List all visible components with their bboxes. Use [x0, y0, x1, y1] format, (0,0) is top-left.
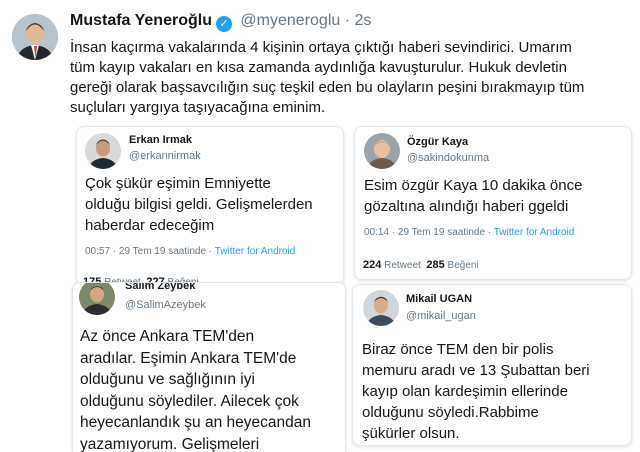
card-text-line: olduğunu ve sağlığının iyi	[80, 369, 342, 391]
card-author-handle[interactable]: @erkannirmak	[129, 150, 201, 162]
tweet-text-line: İnsan kaçırma vakalarında 4 kişinin orta…	[70, 38, 630, 58]
like-label: Beğeni	[448, 260, 479, 271]
card-text-line: memuru aradı ve 13 Şubattan beri	[362, 360, 628, 381]
card-text-line: aradılar. Eşimin Ankara TEM'de	[80, 348, 342, 370]
tweet-text: İnsan kaçırma vakalarında 4 kişinin orta…	[70, 38, 630, 118]
card-tweet-text: Esim özgür Kaya 10 dakika önce gözaltına…	[364, 175, 628, 217]
card-author-handle[interactable]: @SalimAzeybek	[125, 299, 206, 311]
card-tweet-text: Az önce Ankara TEM'den aradılar. Eşimin …	[80, 326, 342, 452]
card-author-handle[interactable]: @mikail_ugan	[406, 310, 476, 322]
quoted-tweet-erkan[interactable]: Erkan Irmak @erkannirmak Çok şükür eşimi…	[76, 126, 344, 286]
card-timestamp: 00:57 · 29 Tem 19 saatinde · Twitter for…	[85, 246, 295, 257]
author-handle[interactable]: @myeneroglu	[240, 12, 340, 29]
card-author-name[interactable]: Erkan Irmak	[129, 134, 192, 146]
avatar[interactable]	[363, 290, 399, 326]
avatar[interactable]	[79, 282, 115, 315]
quoted-tweet-mikail[interactable]: Mikail UGAN @mikail_ugan Biraz önce TEM …	[352, 284, 632, 446]
card-client-link[interactable]: Twitter for Android	[494, 227, 575, 238]
like-count: 285	[426, 259, 444, 271]
tweet-header: Mustafa Yeneroğlu✓ @myeneroglu · 2s	[70, 12, 371, 32]
card-text-line: Az önce Ankara TEM'den	[80, 326, 342, 348]
separator: ·	[340, 12, 354, 29]
card-timestamp: 00:14 · 29 Tem 19 saatinde · Twitter for…	[364, 227, 574, 238]
avatar[interactable]	[12, 14, 58, 60]
tweet-timestamp[interactable]: 2s	[354, 12, 371, 29]
tweet-text-line: gereği olarak başsavcılığın suç teşkil e…	[70, 78, 630, 98]
author-name[interactable]: Mustafa Yeneroğlu	[70, 12, 212, 29]
card-stats: 224 Retweet 285 Beğeni	[363, 259, 479, 271]
card-text-line: haberdar edeceğim	[85, 215, 337, 236]
card-text-line: heyecanlandık şu an heyecandan	[80, 412, 342, 434]
card-text-line: olduğunu söylediler. Ailecek çok	[80, 391, 342, 413]
verified-badge-icon: ✓	[216, 16, 232, 32]
quoted-tweet-ozgur[interactable]: Özgür Kaya @sakindokunma Esim özgür Kaya…	[354, 126, 632, 280]
retweet-count: 224	[363, 259, 381, 271]
card-tweet-text: Biraz önce TEM den bir polis memuru arad…	[362, 339, 628, 444]
card-author-name[interactable]: Mikail UGAN	[406, 293, 472, 305]
card-text-line: yazamıyorum. Gelişmeleri	[80, 434, 342, 452]
card-text-line: olduğunu söyledi.Rabbime	[362, 402, 628, 423]
card-text-line: olduğu bilgisi geldi. Gelişmelerden	[85, 194, 337, 215]
card-tweet-text: Çok şükür eşimin Emniyette olduğu bilgis…	[85, 173, 337, 236]
card-text-line: gözaltına alındığı haberi ggeldi	[364, 196, 628, 217]
card-text-line: Esim özgür Kaya 10 dakika önce	[364, 175, 628, 196]
tweet-text-line: suçluları yargıya taşıyacağına eminim.	[70, 98, 630, 118]
card-author-handle[interactable]: @sakindokunma	[407, 152, 489, 164]
card-time: 00:14 · 29 Tem 19 saatinde ·	[364, 227, 494, 238]
card-author-name[interactable]: Özgür Kaya	[407, 136, 468, 148]
card-text-line: Biraz önce TEM den bir polis	[362, 339, 628, 360]
card-text-line: kayıp olan kardeşimin ellerinde	[362, 381, 628, 402]
retweet-label: Retweet	[384, 260, 421, 271]
card-author-name[interactable]: Salim Zeybek	[125, 282, 195, 292]
avatar[interactable]	[85, 133, 121, 169]
card-time: 00:57 · 29 Tem 19 saatinde ·	[85, 246, 215, 257]
card-client-link[interactable]: Twitter for Android	[215, 246, 296, 257]
quoted-tweet-salim[interactable]: Salim Zeybek @SalimAzeybek Az önce Ankar…	[72, 282, 346, 452]
avatar[interactable]	[364, 133, 400, 169]
tweet-text-line: tüm kayıp vakaları en kısa zamanda aydın…	[70, 58, 630, 78]
card-text-line: şükürler olsun.	[362, 423, 628, 444]
card-text-line: Çok şükür eşimin Emniyette	[85, 173, 337, 194]
